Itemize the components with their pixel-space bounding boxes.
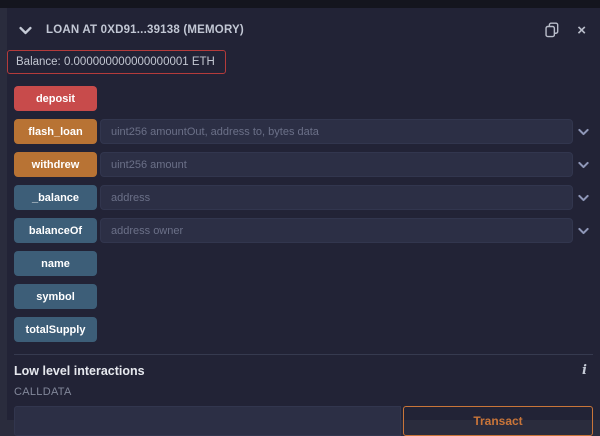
symbol-button[interactable]: symbol [14, 284, 97, 309]
function-row-flash-loan: flash_loan [14, 119, 593, 144]
flash-loan-args-input[interactable] [100, 119, 573, 144]
function-row-deposit: deposit [14, 86, 593, 111]
expand-args-chevron-down-icon[interactable] [573, 194, 593, 202]
balanceof-button[interactable]: balanceOf [14, 218, 97, 243]
close-icon[interactable]: × [577, 23, 586, 38]
function-list: deposit flash_loan withdrew _balance bal… [7, 74, 600, 342]
low-level-title: Low level interactions [14, 364, 145, 378]
withdrew-button[interactable]: withdrew [14, 152, 97, 177]
function-row-balance: _balance [14, 185, 593, 210]
name-button[interactable]: name [14, 251, 97, 276]
function-row-totalsupply: totalSupply [14, 317, 593, 342]
expand-args-chevron-down-icon[interactable] [573, 128, 593, 136]
balance-button[interactable]: _balance [14, 185, 97, 210]
balance-badge: Balance: 0.000000000000000001 ETH [7, 50, 226, 74]
contract-title: LOAN AT 0XD91...39138 (MEMORY) [46, 24, 244, 36]
expand-args-chevron-down-icon[interactable] [573, 227, 593, 235]
collapse-chevron-down-icon[interactable] [19, 26, 32, 35]
function-row-withdrew: withdrew [14, 152, 593, 177]
info-icon[interactable]: i [582, 364, 587, 377]
copy-address-icon[interactable] [545, 22, 559, 38]
withdrew-args-input[interactable] [100, 152, 573, 177]
expand-args-chevron-down-icon[interactable] [573, 161, 593, 169]
balance-args-input[interactable] [100, 185, 573, 210]
flash-loan-button[interactable]: flash_loan [14, 119, 97, 144]
contract-card-header: LOAN AT 0XD91...39138 (MEMORY) × [7, 8, 600, 40]
totalsupply-button[interactable]: totalSupply [14, 317, 97, 342]
deposit-button[interactable]: deposit [14, 86, 97, 111]
deployed-contract-card: LOAN AT 0XD91...39138 (MEMORY) × Balance… [7, 8, 600, 420]
outer-background-band [0, 0, 600, 8]
function-row-name: name [14, 251, 593, 276]
calldata-input[interactable] [14, 406, 401, 436]
function-row-symbol: symbol [14, 284, 593, 309]
function-row-balanceof: balanceOf [14, 218, 593, 243]
balanceof-args-input[interactable] [100, 218, 573, 243]
transact-button[interactable]: Transact [403, 406, 593, 436]
calldata-label: CALLDATA [14, 386, 593, 398]
low-level-interactions-section: Low level interactions i CALLDATA Transa… [7, 355, 600, 436]
